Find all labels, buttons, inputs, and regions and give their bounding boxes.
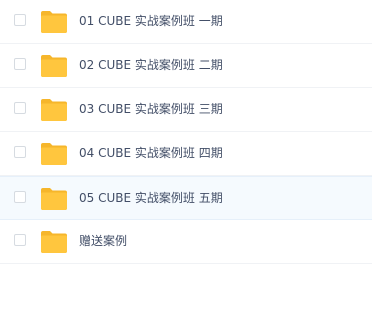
file-row[interactable]: 03 CUBE 实战案例班 三期 [0,88,372,132]
file-name[interactable]: 赠送案例 [79,233,127,249]
folder-icon [41,55,67,77]
file-row[interactable]: 05 CUBE 实战案例班 五期 [0,176,372,220]
folder-icon [41,99,67,121]
file-name[interactable]: 02 CUBE 实战案例班 二期 [79,57,223,73]
row-checkbox[interactable] [14,14,26,26]
folder-icon [41,143,67,165]
file-row[interactable]: 04 CUBE 实战案例班 四期 [0,132,372,176]
file-name[interactable]: 05 CUBE 实战案例班 五期 [79,190,223,206]
file-name[interactable]: 03 CUBE 实战案例班 三期 [79,101,223,117]
file-row[interactable]: 01 CUBE 实战案例班 一期 [0,0,372,44]
folder-icon [41,11,67,33]
file-name[interactable]: 01 CUBE 实战案例班 一期 [79,13,223,29]
folder-icon [41,188,67,210]
folder-icon [41,231,67,253]
file-name[interactable]: 04 CUBE 实战案例班 四期 [79,145,223,161]
row-checkbox[interactable] [14,58,26,70]
row-checkbox[interactable] [14,102,26,114]
row-checkbox[interactable] [14,234,26,246]
file-row[interactable]: 02 CUBE 实战案例班 二期 [0,44,372,88]
file-list: 01 CUBE 实战案例班 一期 02 CUBE 实战案例班 二期 03 CUB… [0,0,372,264]
row-checkbox[interactable] [14,146,26,158]
row-checkbox[interactable] [14,191,26,203]
file-row[interactable]: 赠送案例 [0,220,372,264]
